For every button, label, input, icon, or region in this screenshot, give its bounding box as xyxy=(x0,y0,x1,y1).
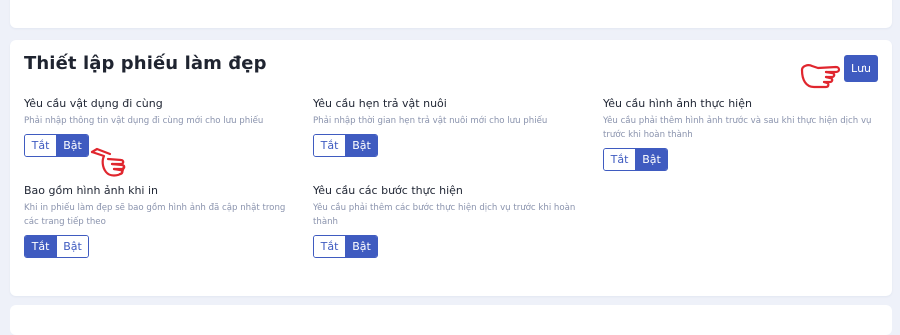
toggle-group: Tắt Bật xyxy=(313,235,378,258)
setting-require-steps: Yêu cầu các bước thực hiện Yêu cầu phải … xyxy=(313,184,583,258)
setting-label: Yêu cầu các bước thực hiện xyxy=(313,184,463,197)
toggle-off-button[interactable]: Tắt xyxy=(314,236,345,257)
setting-label: Yêu cầu hẹn trả vật nuôi xyxy=(313,97,447,110)
setting-require-photos: Yêu cầu hình ảnh thực hiện Yêu cầu phải … xyxy=(603,97,878,171)
setting-include-photos-when-printing: Bao gồm hình ảnh khi in Khi in phiếu làm… xyxy=(24,184,294,258)
toggle-group: Tắt Bật xyxy=(24,134,89,157)
setting-require-pet-return-time: Yêu cầu hẹn trả vật nuôi Phải nhập thời … xyxy=(313,97,583,157)
toggle-group: Tắt Bật xyxy=(313,134,378,157)
setting-label: Yêu cầu hình ảnh thực hiện xyxy=(603,97,752,110)
beauty-ticket-settings-card: Thiết lập phiếu làm đẹp Lưu Yêu cầu vật … xyxy=(10,40,892,296)
toggle-off-button[interactable]: Tắt xyxy=(314,135,345,156)
toggle-on-button[interactable]: Bật xyxy=(56,236,88,257)
toggle-group: Tắt Bật xyxy=(24,235,89,258)
toggle-on-button[interactable]: Bật xyxy=(345,135,377,156)
toggle-group: Tắt Bật xyxy=(603,148,668,171)
toggle-off-button[interactable]: Tắt xyxy=(25,135,56,156)
setting-label: Bao gồm hình ảnh khi in xyxy=(24,184,159,197)
toggle-on-button[interactable]: Bật xyxy=(56,135,88,156)
setting-description: Phải nhập thời gian hẹn trả vật nuôi mới… xyxy=(313,116,548,126)
previous-card xyxy=(10,0,892,28)
next-card xyxy=(10,305,892,335)
setting-require-accessories: Yêu cầu vật dụng đi cùng Phải nhập thông… xyxy=(24,97,294,157)
setting-description: Yêu cầu phải thêm hình ảnh trước và sau … xyxy=(603,116,872,140)
toggle-off-button[interactable]: Tắt xyxy=(604,149,635,170)
page-title: Thiết lập phiếu làm đẹp xyxy=(24,53,267,74)
toggle-off-button[interactable]: Tắt xyxy=(25,236,56,257)
pointing-hand-icon xyxy=(800,64,841,89)
setting-label: Yêu cầu vật dụng đi cùng xyxy=(24,97,163,110)
setting-description: Phải nhập thông tin vật dụng đi cùng mới… xyxy=(24,116,264,126)
setting-description: Khi in phiếu làm đẹp sẽ bao gồm hình ảnh… xyxy=(24,203,286,227)
setting-description: Yêu cầu phải thêm các bước thực hiện dịc… xyxy=(313,203,576,227)
pointing-hand-icon xyxy=(90,147,126,177)
toggle-on-button[interactable]: Bật xyxy=(635,149,667,170)
save-button[interactable]: Lưu xyxy=(844,55,878,82)
toggle-on-button[interactable]: Bật xyxy=(345,236,377,257)
